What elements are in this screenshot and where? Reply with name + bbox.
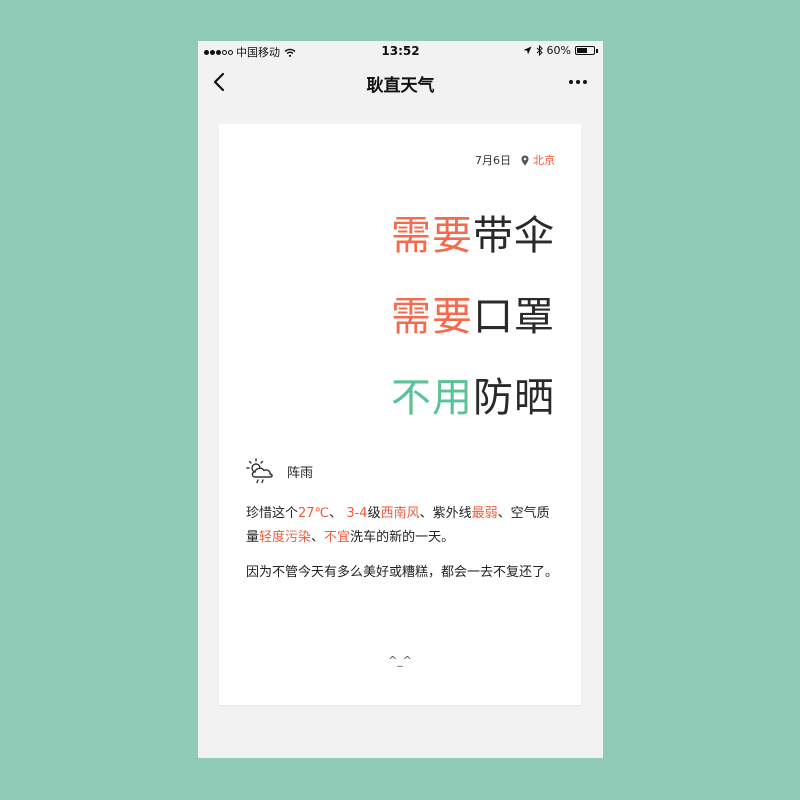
advice-verdict: 不用	[391, 375, 473, 421]
text-segment: 、	[329, 506, 343, 521]
wind-level-value: 3-4	[346, 506, 368, 521]
city-label: 北京	[533, 154, 555, 167]
page-title: 耿直天气	[366, 76, 435, 96]
closing-remark: 因为不管今天有多么美好或糟糕，都会一去不复还了。	[246, 565, 559, 580]
text-segment: 级	[367, 506, 381, 521]
advice-sunscreen: 不用防晒	[391, 365, 555, 423]
advice-verdict: 需要	[391, 294, 473, 340]
advice-verdict: 需要	[391, 213, 473, 259]
date-label: 7月6日	[475, 154, 511, 167]
battery-percent: 60%	[546, 44, 571, 57]
advice-item: 防晒	[473, 375, 555, 421]
footer-emoticon: ^_^	[388, 654, 412, 667]
advice-item: 口罩	[473, 294, 555, 340]
date-location: 7月6日 北京	[475, 152, 555, 168]
uv-value: 最弱	[471, 506, 498, 521]
battery-icon	[575, 46, 595, 55]
shower-rain-icon	[246, 458, 273, 484]
condition-label: 阵雨	[287, 465, 314, 481]
forecast-summary: 珍惜这个27℃、 3-4级西南风、紫外线最弱、空气质量轻度污染、不宜洗车的新的一…	[246, 502, 558, 550]
phone-screen: 中国移动 13:52 60% 耿直天气 7月6日 北京 需要带伞 需要口罩 不用…	[198, 41, 603, 758]
text-segment: 洗车的新的一天。	[350, 530, 455, 545]
location-pin-icon	[521, 155, 529, 165]
advice-item: 带伞	[473, 213, 555, 259]
weather-card: 7月6日 北京 需要带伞 需要口罩 不用防晒 阵雨 珍惜这个27℃、 3-4级西…	[219, 124, 581, 705]
status-right: 60%	[523, 44, 598, 57]
advice-mask: 需要口罩	[391, 284, 555, 342]
battery-fill	[577, 48, 587, 53]
advice-umbrella: 需要带伞	[391, 203, 555, 261]
car-wash-value: 不宜	[324, 530, 351, 545]
nav-bar: 耿直天气	[198, 61, 603, 105]
status-bar: 中国移动 13:52 60%	[198, 41, 603, 61]
weather-condition: 阵雨	[246, 457, 313, 485]
text-segment: 、紫外线	[419, 506, 472, 521]
more-dots-icon[interactable]	[569, 80, 587, 84]
air-quality-value: 轻度污染	[259, 530, 312, 545]
wind-direction-value: 西南风	[380, 506, 420, 521]
text-segment: 、	[311, 530, 325, 545]
temperature-value: 27℃	[298, 506, 330, 521]
bluetooth-icon	[536, 45, 543, 56]
text-segment: 珍惜这个	[246, 506, 299, 521]
battery-cap	[596, 48, 598, 53]
location-arrow-icon	[523, 46, 532, 55]
